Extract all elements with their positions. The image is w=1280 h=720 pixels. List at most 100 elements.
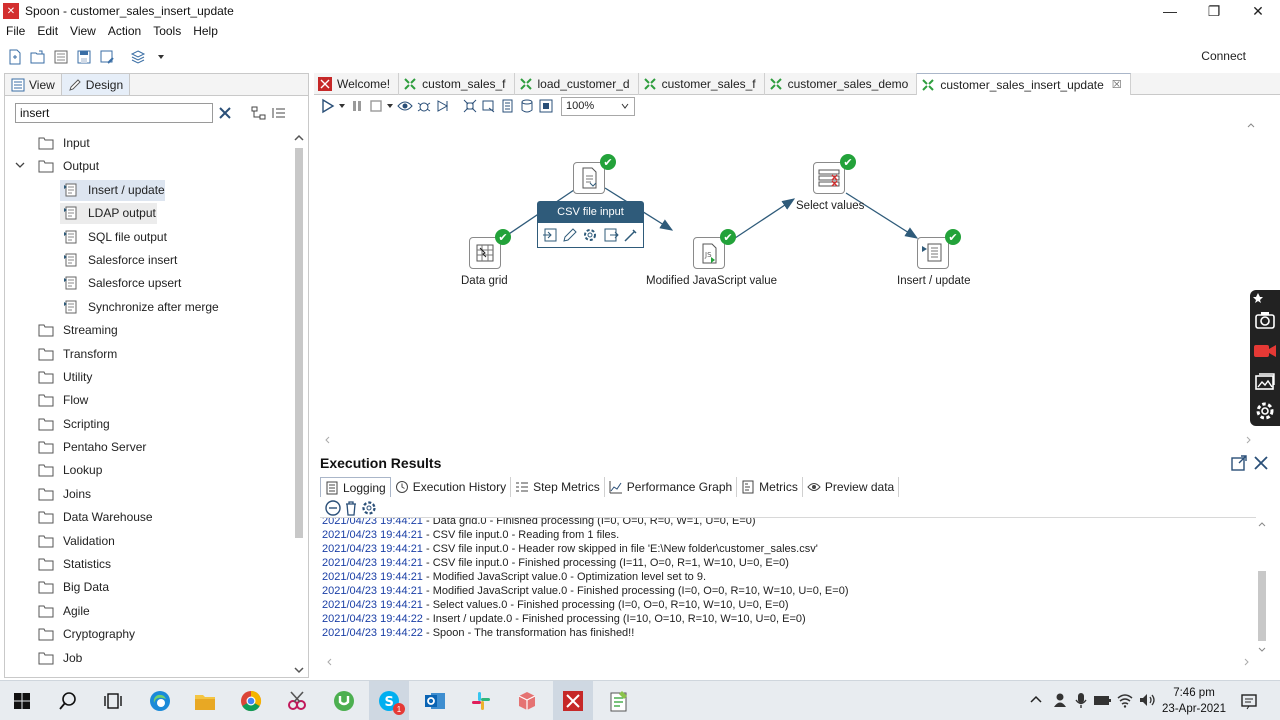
- tree-step-item[interactable]: SQL file output: [5, 226, 291, 249]
- save-icon[interactable]: [73, 46, 95, 68]
- tray-microphone-icon[interactable]: [1072, 691, 1090, 709]
- doc-tab[interactable]: customer_sales_insert_update ☒: [917, 73, 1131, 95]
- stop-options-chevron-icon[interactable]: [385, 97, 395, 115]
- outlook-icon[interactable]: [421, 687, 449, 715]
- stop-icon[interactable]: [366, 97, 385, 115]
- tree-folder-item[interactable]: Lookup: [5, 459, 291, 482]
- menu-help[interactable]: Help: [187, 24, 224, 38]
- tab-view[interactable]: View: [5, 74, 61, 95]
- capture-settings-gear-icon[interactable]: [1254, 400, 1276, 422]
- chevron-down-icon[interactable]: [14, 159, 26, 171]
- tree-folder-item[interactable]: Validation: [5, 530, 291, 553]
- run-icon[interactable]: [318, 97, 337, 115]
- pop-out-icon[interactable]: [1230, 454, 1248, 472]
- debug-icon[interactable]: [414, 97, 433, 115]
- canvas-scroll-left-icon[interactable]: [322, 434, 332, 446]
- log-scroll-left-icon[interactable]: [324, 656, 334, 668]
- tab-performance-graph[interactable]: Performance Graph: [605, 477, 738, 497]
- tree-folder-item[interactable]: Pentaho Server: [5, 436, 291, 459]
- clear-search-icon[interactable]: [217, 105, 233, 121]
- zoom-select[interactable]: 100%: [561, 96, 635, 116]
- verify-icon[interactable]: [460, 97, 479, 115]
- tray-chevron-up-icon[interactable]: [1027, 691, 1045, 709]
- close-results-icon[interactable]: [1252, 454, 1270, 472]
- tray-people-icon[interactable]: [1051, 691, 1069, 709]
- tree-folder-item[interactable]: Utility: [5, 366, 291, 389]
- video-record-icon[interactable]: [1253, 342, 1277, 360]
- tree-step-item[interactable]: Salesforce upsert: [5, 272, 291, 295]
- step-search-input[interactable]: [15, 103, 213, 123]
- gallery-icon[interactable]: [1254, 372, 1276, 392]
- cube-app-icon[interactable]: [513, 687, 541, 715]
- doc-tab[interactable]: Welcome!: [314, 73, 400, 95]
- tree-step-item[interactable]: Insert / update: [5, 179, 291, 202]
- tab-metrics[interactable]: Metrics: [737, 477, 803, 497]
- explore-db-icon[interactable]: [517, 97, 536, 115]
- close-tab-icon[interactable]: ☒: [1112, 78, 1122, 91]
- expand-tree-icon[interactable]: [271, 105, 287, 121]
- canvas-scroll-right-icon[interactable]: [1244, 434, 1254, 446]
- doc-tab[interactable]: custom_sales_f: [399, 73, 515, 95]
- tab-step-metrics[interactable]: Step Metrics: [511, 477, 605, 497]
- stop-logging-icon[interactable]: [324, 499, 342, 517]
- scroll-down-icon[interactable]: [292, 664, 306, 676]
- tab-execution-history[interactable]: Execution History: [391, 477, 512, 497]
- log-scroll-right-icon[interactable]: [1242, 656, 1252, 668]
- new-file-icon[interactable]: [4, 46, 26, 68]
- tab-logging[interactable]: Logging: [320, 477, 391, 497]
- sql-icon[interactable]: [498, 97, 517, 115]
- log-scroll-up-icon[interactable]: [1255, 519, 1269, 529]
- tree-folder-item[interactable]: Cryptography: [5, 623, 291, 646]
- menu-edit[interactable]: Edit: [31, 24, 64, 38]
- log-scroll-down-icon[interactable]: [1255, 645, 1269, 655]
- edge-browser-icon[interactable]: [146, 687, 174, 715]
- replay-icon[interactable]: [433, 97, 452, 115]
- step-modified-javascript-value[interactable]: JS: [693, 237, 725, 269]
- close-window-button[interactable]: ✕: [1236, 0, 1280, 22]
- menu-action[interactable]: Action: [102, 24, 147, 38]
- tree-folder-item[interactable]: Scripting: [5, 413, 291, 436]
- tree-folder-item[interactable]: Input: [5, 132, 291, 155]
- clear-log-trash-icon[interactable]: [342, 499, 360, 517]
- tree-folder-item[interactable]: Statistics: [5, 553, 291, 576]
- start-windows-icon[interactable]: [8, 687, 36, 715]
- pause-icon[interactable]: [347, 97, 366, 115]
- skype-icon[interactable]: S 1: [375, 687, 405, 715]
- chrome-browser-icon[interactable]: [237, 687, 265, 715]
- scroll-up-icon[interactable]: [292, 132, 306, 144]
- log-output[interactable]: 2021/04/23 19:44:21 - Data grid.0 - Fini…: [320, 517, 1256, 657]
- perspective-layers-icon[interactable]: [127, 46, 149, 68]
- tree-folder-item[interactable]: Flow: [5, 389, 291, 412]
- slack-icon[interactable]: [467, 687, 495, 715]
- tree-folder-item[interactable]: Job: [5, 647, 291, 670]
- chevron-down-icon[interactable]: [150, 46, 172, 68]
- tree-step-item[interactable]: Synchronize after merge: [5, 296, 291, 319]
- tree-folder-item[interactable]: Big Data: [5, 576, 291, 599]
- tree-step-item[interactable]: LDAP output: [5, 202, 291, 225]
- input-connector-icon[interactable]: [542, 227, 558, 243]
- tree-scrollbar[interactable]: [292, 132, 306, 676]
- log-horizontal-scrollbar[interactable]: [320, 656, 1256, 668]
- tree-folder-item[interactable]: Transform: [5, 343, 291, 366]
- step-insert-update[interactable]: [917, 237, 949, 269]
- menu-file[interactable]: File: [0, 24, 31, 38]
- notifications-icon[interactable]: [1240, 692, 1258, 710]
- explore-repository-icon[interactable]: [50, 46, 72, 68]
- tree-folder-item[interactable]: Joins: [5, 483, 291, 506]
- tray-volume-icon[interactable]: [1138, 691, 1156, 709]
- tree-folder-item[interactable]: Streaming: [5, 319, 291, 342]
- maximize-button[interactable]: ❐: [1192, 0, 1236, 22]
- log-scroll-thumb[interactable]: [1258, 571, 1266, 641]
- output-connector-icon[interactable]: [603, 227, 619, 243]
- log-settings-gear-icon[interactable]: [360, 499, 378, 517]
- camera-icon[interactable]: [1254, 310, 1276, 330]
- spoon-taskbar-icon[interactable]: [559, 687, 587, 715]
- log-vertical-scrollbar[interactable]: [1255, 517, 1269, 657]
- step-csv-file-input[interactable]: [573, 162, 605, 194]
- edit-pencil-icon[interactable]: [562, 227, 578, 243]
- file-explorer-icon[interactable]: [191, 687, 219, 715]
- run-options-chevron-icon[interactable]: [337, 97, 347, 115]
- tree-step-item[interactable]: Salesforce insert: [5, 249, 291, 272]
- tab-design[interactable]: Design: [60, 74, 131, 95]
- tree-folder-item[interactable]: Output: [5, 155, 291, 178]
